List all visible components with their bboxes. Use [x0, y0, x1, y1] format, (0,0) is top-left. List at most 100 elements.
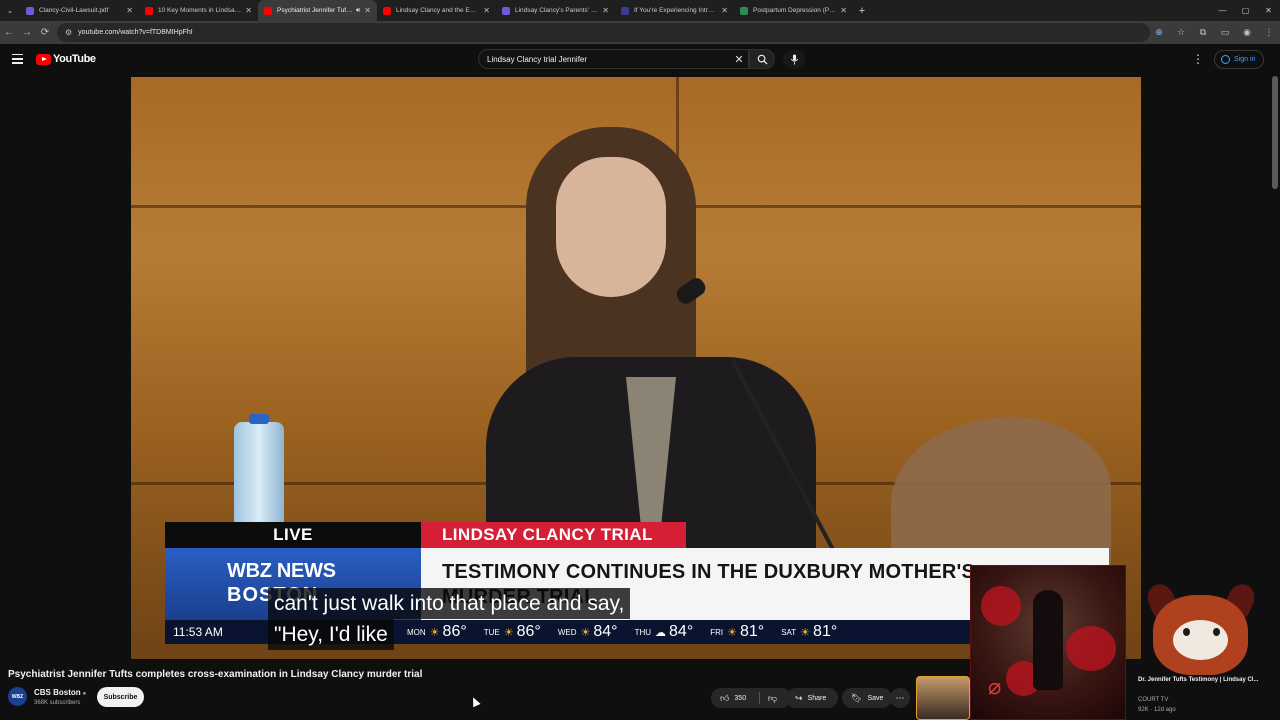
back-button[interactable]: ← [0, 27, 18, 38]
like-button[interactable]: 👍︎ 350 [720, 693, 759, 704]
search-input[interactable]: Lindsay Clancy trial Jennifer ✕ [478, 49, 749, 69]
youtube-wordmark: YouTube [53, 53, 96, 65]
youtube-logo[interactable]: YouTube [36, 53, 96, 65]
channel-name: CBS Boston [34, 688, 81, 697]
channel-avatar[interactable]: WBZ [8, 687, 27, 706]
channel-name-link[interactable]: CBS Boston ● [34, 688, 86, 697]
weather-day: WED ☀ 84° [558, 623, 618, 641]
tab-close-icon[interactable]: ✕ [364, 6, 371, 15]
recommended-video-thumbnail[interactable] [916, 676, 970, 720]
browser-menu-icon[interactable]: ⋮ [1258, 27, 1280, 38]
save-button[interactable]: 🔖︎ Save [842, 688, 892, 708]
browser-tab[interactable]: Postpartum Depression (PPD) ✕ [734, 0, 853, 21]
forward-button[interactable]: → [18, 27, 36, 38]
sun-icon: ☀ [503, 626, 514, 639]
recommended-video-channel[interactable]: COURT TV [1138, 697, 1168, 703]
extensions-icon[interactable]: ⧉ [1192, 27, 1214, 38]
tab-label: If You're Experiencing Intrusive [634, 7, 718, 14]
address-bar[interactable]: ⚙ youtube.com/watch?v=fTDBMIHpFhI [57, 23, 1150, 42]
tab-search-icon[interactable]: ⌄ [0, 0, 20, 21]
water-bottle [234, 414, 284, 532]
tab-label: 10 Key Moments in Lindsay Cl [158, 7, 242, 14]
cloud-sun-icon: ☁ [655, 626, 667, 639]
streamer-overlay-art: ⌀ [970, 565, 1126, 720]
sun-icon: ☀ [580, 626, 591, 639]
site-info-icon[interactable]: ⚙ [65, 28, 72, 37]
weather-day-label: SAT [781, 627, 797, 637]
sun-icon: ☀ [727, 626, 737, 639]
sign-in-label: Sign in [1234, 56, 1256, 63]
station-name: WBZ NEWS [227, 560, 336, 582]
new-tab-button[interactable]: + [853, 5, 871, 17]
reload-button[interactable]: ⟳ [36, 27, 54, 38]
like-count: 350 [734, 694, 747, 702]
browser-tab[interactable]: 10 Key Moments in Lindsay Cl ✕ [139, 0, 258, 21]
tab-audio-icon[interactable]: 🔊︎ [356, 7, 360, 15]
tab-close-icon[interactable]: ✕ [602, 6, 609, 15]
tab-close-icon[interactable]: ✕ [245, 6, 252, 15]
minimize-button[interactable]: — [1211, 0, 1234, 21]
subscribe-button[interactable]: Subscribe [97, 687, 144, 707]
settings-menu-icon[interactable]: ⋮ [1192, 52, 1204, 66]
dislike-button[interactable]: 👎︎ [768, 693, 782, 704]
caption-line: can't just walk into that place and say, [268, 588, 631, 619]
weather-day: SAT ☀ 81° [781, 623, 837, 641]
tab-label: Lindsay Clancy's Parents' $1 Mi [515, 7, 599, 14]
live-badge: LIVE [165, 522, 421, 548]
weather-day-label: TUE [483, 627, 500, 637]
trial-tag: LINDSAY CLANCY TRIAL [421, 522, 686, 548]
weather-day: FRI ☀ 81° [710, 623, 764, 641]
search-button[interactable] [749, 49, 775, 69]
cast-icon[interactable]: ▭ [1214, 27, 1236, 38]
tab-label: Postpartum Depression (PPD) [753, 7, 837, 14]
weather-day: MON ☀ 86° [407, 623, 467, 641]
mic-muted-icon: ⌀ [988, 674, 1002, 699]
weather-temp: 86° [516, 623, 541, 640]
translate-icon[interactable]: ⊕ [1148, 27, 1170, 38]
share-button[interactable]: ↪ Share [786, 688, 838, 708]
share-icon: ↪ [795, 692, 803, 703]
search-query: Lindsay Clancy trial Jennifer [487, 54, 588, 64]
tab-favicon-icon [740, 6, 748, 15]
weather-temp: 81° [740, 623, 765, 640]
tab-close-icon[interactable]: ✕ [483, 6, 490, 15]
profile-icon[interactable]: ◉ [1236, 27, 1258, 38]
address-url: youtube.com/watch?v=fTDBMIHpFhI [78, 29, 193, 36]
more-actions-button[interactable]: ⋯ [890, 688, 910, 708]
browser-tab[interactable]: Psychiatrist Jennifer Tufts c 🔊︎ ✕ [258, 0, 377, 21]
tab-favicon-icon [383, 6, 391, 15]
bookmark-icon: 🔖︎ [851, 692, 863, 703]
clear-search-icon[interactable]: ✕ [730, 53, 748, 66]
recommended-video-title[interactable]: Dr. Jennifer Tufts Testimony | Lindsay C… [1138, 676, 1258, 685]
browser-tab[interactable]: Lindsay Clancy and the Evidenc ✕ [377, 0, 496, 21]
youtube-play-icon [36, 53, 51, 65]
close-window-button[interactable]: ✕ [1257, 0, 1280, 21]
voice-search-button[interactable] [783, 49, 805, 69]
red-panda-avatar [1128, 570, 1280, 690]
tab-favicon-icon [621, 6, 629, 15]
search-icon [757, 54, 768, 65]
menu-icon[interactable] [12, 54, 23, 64]
mouse-cursor [469, 695, 481, 708]
weather-temp: 84° [593, 623, 618, 640]
tab-close-icon[interactable]: ✕ [840, 6, 847, 15]
microphone-icon [790, 53, 798, 65]
tab-label: Lindsay Clancy and the Evidenc [396, 7, 480, 14]
caption-line: "Hey, I'd like [268, 619, 394, 650]
browser-tab[interactable]: Lindsay Clancy's Parents' $1 Mi ✕ [496, 0, 615, 21]
account-icon [1221, 55, 1230, 64]
tab-favicon-icon [502, 6, 510, 15]
weather-forecast: MON ☀ 86° TUE ☀ 86° WED ☀ 84° THU ☁ 84° FRI ☀ 81° SAT ☀ 8… [407, 623, 854, 641]
browser-tab[interactable]: Clancy-Civil-Lawsuit.pdf ✕ [20, 0, 139, 21]
subscriber-count: 368K subscribers [34, 700, 81, 706]
tab-close-icon[interactable]: ✕ [721, 6, 728, 15]
sun-icon: ☀ [429, 626, 440, 639]
thumbs-down-icon: 👎︎ [767, 692, 777, 703]
tab-close-icon[interactable]: ✕ [126, 6, 133, 15]
weather-temp: 81° [813, 623, 838, 640]
browser-tab[interactable]: If You're Experiencing Intrusive ✕ [615, 0, 734, 21]
sign-in-button[interactable]: Sign in [1214, 50, 1265, 69]
page-scrollbar[interactable] [1272, 76, 1278, 189]
bookmark-star-icon[interactable]: ☆ [1170, 27, 1192, 38]
maximize-button[interactable]: ▢ [1234, 0, 1257, 21]
